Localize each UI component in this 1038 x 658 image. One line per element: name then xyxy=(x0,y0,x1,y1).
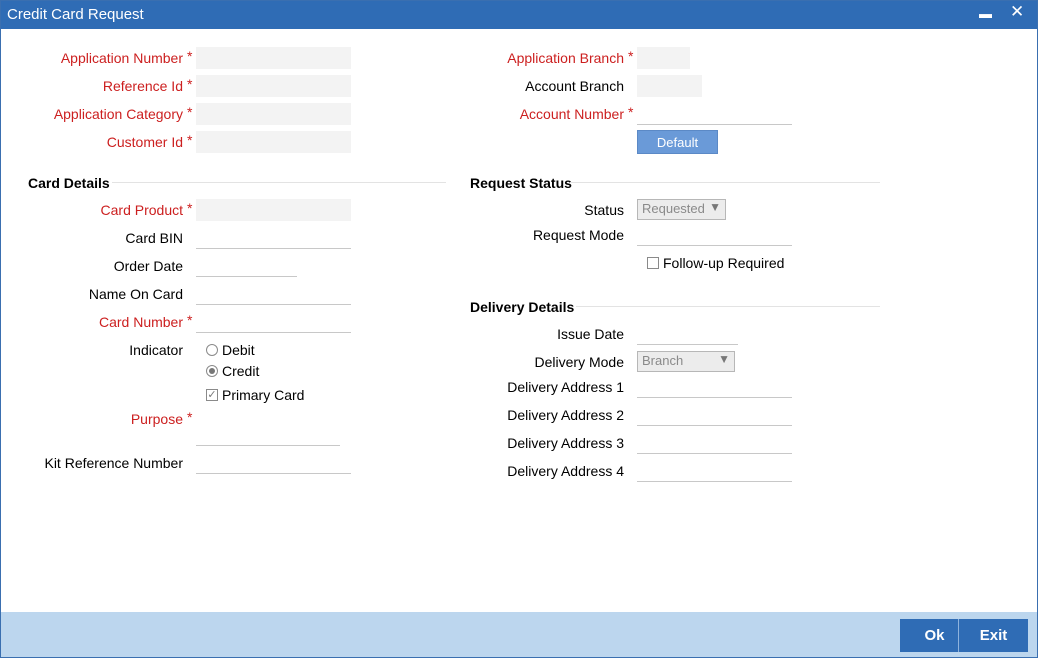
order-date-label: Order Date xyxy=(113,258,183,274)
status-label: Status xyxy=(584,202,624,218)
follow-up-checkbox[interactable] xyxy=(647,257,659,269)
required-marker: * xyxy=(187,132,193,148)
delivery-address-1-field[interactable] xyxy=(637,376,792,398)
indicator-debit-label: Debit xyxy=(222,342,255,358)
minimize-icon[interactable]: ▬ xyxy=(979,6,992,21)
request-status-heading: Request Status xyxy=(470,175,572,191)
customer-id-field[interactable] xyxy=(196,131,351,153)
required-marker: * xyxy=(187,76,193,92)
chevron-down-icon: ▼ xyxy=(709,200,721,214)
required-marker: * xyxy=(628,104,634,120)
window-title: Credit Card Request xyxy=(7,6,144,23)
close-icon[interactable]: ✕ xyxy=(1010,2,1024,22)
application-branch-field[interactable] xyxy=(637,47,690,69)
follow-up-label: Follow-up Required xyxy=(663,255,785,271)
reference-id-label: Reference Id xyxy=(102,78,183,94)
delivery-address-3-label: Delivery Address 3 xyxy=(507,435,624,451)
account-number-field[interactable] xyxy=(637,103,792,125)
request-mode-field[interactable] xyxy=(637,224,792,246)
status-select-value: Requested xyxy=(642,201,705,216)
delivery-mode-select-value: Branch xyxy=(642,353,684,368)
indicator-credit-radio[interactable] xyxy=(206,365,218,377)
application-category-label: Application Category xyxy=(53,106,183,122)
request-status-divider xyxy=(570,182,880,183)
required-marker: * xyxy=(628,48,634,64)
delivery-address-2-label: Delivery Address 2 xyxy=(507,407,624,423)
required-marker: * xyxy=(187,409,193,425)
primary-card-checkbox[interactable]: ✓ xyxy=(206,389,218,401)
indicator-debit-radio[interactable] xyxy=(206,344,218,356)
card-number-label: Card Number xyxy=(98,314,183,330)
card-number-field[interactable] xyxy=(196,311,351,333)
name-on-card-label: Name On Card xyxy=(88,286,183,302)
card-bin-field[interactable] xyxy=(196,227,351,249)
title-bar: Credit Card Request ▬ ✕ xyxy=(1,1,1037,29)
card-details-divider xyxy=(112,182,446,183)
request-mode-label: Request Mode xyxy=(532,227,624,243)
chevron-down-icon: ▼ xyxy=(718,352,730,366)
required-marker: * xyxy=(187,104,193,120)
name-on-card-field[interactable] xyxy=(196,283,351,305)
application-number-label: Application Number xyxy=(60,50,183,66)
reference-id-field[interactable] xyxy=(196,75,351,97)
delivery-address-1-label: Delivery Address 1 xyxy=(507,379,624,395)
required-marker: * xyxy=(187,312,193,328)
kit-reference-number-label: Kit Reference Number xyxy=(44,455,183,471)
delivery-address-3-field[interactable] xyxy=(637,432,792,454)
order-date-field[interactable] xyxy=(196,255,297,277)
delivery-mode-label: Delivery Mode xyxy=(534,354,624,370)
exit-button[interactable]: Exit xyxy=(958,619,1028,652)
account-branch-label: Account Branch xyxy=(525,78,624,94)
card-product-label: Card Product xyxy=(100,202,183,218)
account-branch-field[interactable] xyxy=(637,75,702,97)
delivery-address-4-label: Delivery Address 4 xyxy=(507,463,624,479)
issue-date-field[interactable] xyxy=(637,323,738,345)
application-branch-label: Application Branch xyxy=(507,50,624,66)
application-category-field[interactable] xyxy=(196,103,351,125)
kit-reference-number-field[interactable] xyxy=(196,452,351,474)
required-marker: * xyxy=(187,200,193,216)
card-details-heading: Card Details xyxy=(28,175,110,191)
status-select[interactable]: Requested ▼ xyxy=(637,199,726,220)
indicator-credit-label: Credit xyxy=(222,363,260,379)
delivery-address-4-field[interactable] xyxy=(637,460,792,482)
footer-bar: Ok Exit xyxy=(1,612,1037,657)
card-bin-label: Card BIN xyxy=(125,230,183,246)
required-marker: * xyxy=(187,48,193,64)
delivery-details-heading: Delivery Details xyxy=(470,299,575,315)
customer-id-label: Customer Id xyxy=(106,134,183,150)
indicator-label: Indicator xyxy=(129,342,183,358)
issue-date-label: Issue Date xyxy=(557,326,624,342)
purpose-field[interactable] xyxy=(196,424,340,446)
delivery-mode-select[interactable]: Branch ▼ xyxy=(637,351,735,372)
account-number-label: Account Number xyxy=(519,106,624,122)
card-product-field[interactable] xyxy=(196,199,351,221)
delivery-address-2-field[interactable] xyxy=(637,404,792,426)
application-number-field[interactable] xyxy=(196,47,351,69)
delivery-details-divider xyxy=(576,306,880,307)
credit-card-request-window: Credit Card Request ▬ ✕ Application Numb… xyxy=(0,0,1038,658)
primary-card-label: Primary Card xyxy=(222,387,305,403)
default-button[interactable]: Default xyxy=(637,130,718,154)
purpose-label: Purpose xyxy=(130,411,183,427)
